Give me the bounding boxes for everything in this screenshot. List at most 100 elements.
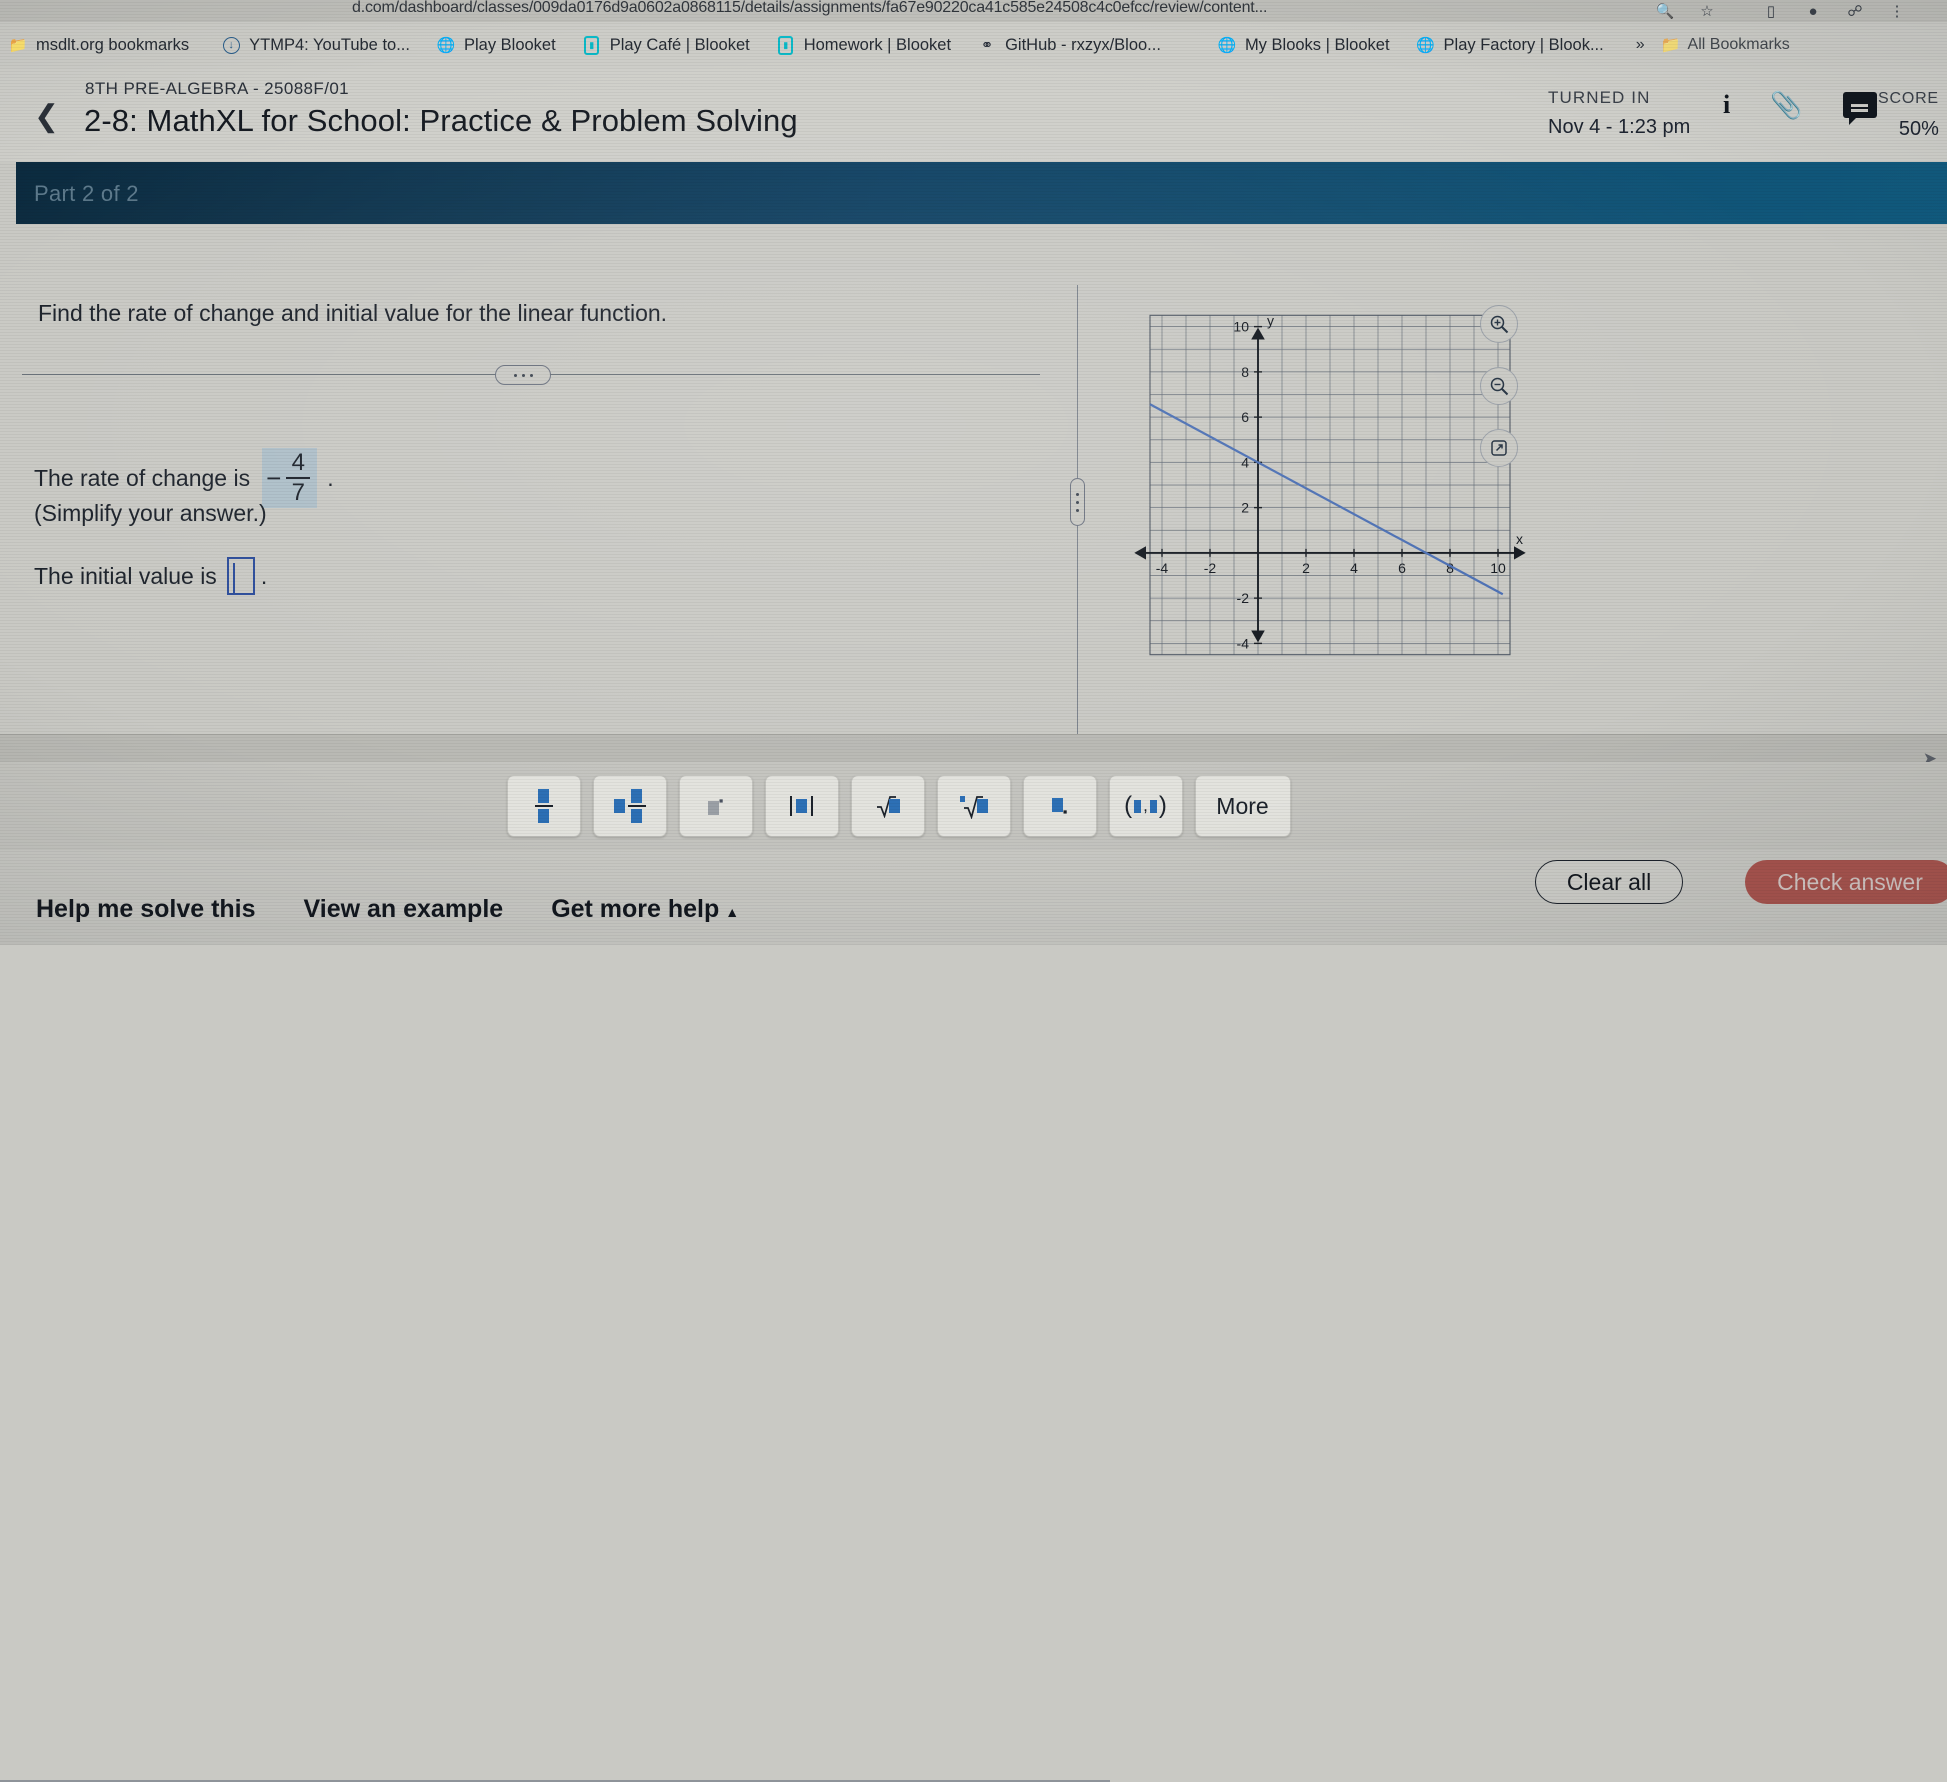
menu-icon[interactable]: ⋮	[1887, 1, 1907, 21]
blooket-icon: ▮	[582, 35, 602, 55]
globe-icon: 🌐	[1217, 36, 1237, 54]
bookmark-label: Homework | Blooket	[803, 35, 952, 54]
initial-period: .	[260, 562, 268, 589]
assignment-header: ❮ 8TH PRE-ALGEBRA - 25088F/01 2-8: MathX…	[0, 68, 1947, 162]
view-an-example-link[interactable]: View an example	[304, 895, 504, 924]
bookmark-msdlt-org[interactable]: 📁 msdlt.org bookmarks	[8, 35, 189, 55]
fraction-glyph	[534, 788, 553, 824]
bookmarks-overflow-button[interactable]: »	[1636, 36, 1645, 54]
open-external-icon[interactable]	[1480, 429, 1518, 467]
github-icon: ⚭	[980, 36, 994, 54]
extensions-icon[interactable]: ☍	[1845, 1, 1865, 21]
help-me-solve-this-link[interactable]: Help me solve this	[36, 895, 256, 924]
score-value: 50%	[1898, 118, 1939, 140]
get-more-help-label: Get more help	[551, 895, 720, 923]
paperclip-icon[interactable]: 📎	[1770, 92, 1802, 118]
bookmark-label: Play Café | Blooket	[609, 35, 750, 54]
question-prompt: Find the rate of change and initial valu…	[38, 300, 668, 326]
score-display: SCORE 50%	[1878, 90, 1939, 141]
bookmark-label: GitHub - rxzyx/Bloo...	[1005, 35, 1161, 54]
course-code: 8TH PRE-ALGEBRA - 25088F/01	[85, 79, 350, 98]
page-title: 2-8: MathXL for School: Practice & Probl…	[84, 103, 798, 138]
svg-text:2: 2	[1241, 500, 1249, 516]
svg-text:-2: -2	[1237, 590, 1250, 606]
ellipsis-handle-icon[interactable]	[495, 365, 551, 385]
bookmark-label: My Blooks | Blooket	[1244, 35, 1390, 54]
svg-text:4: 4	[1350, 560, 1358, 576]
bookmark-label: Play Blooket	[463, 35, 556, 54]
address-bar-actions: 🔍 ☆ ▯ ● ☍ ⋮	[1655, 1, 1907, 21]
part-progress-bar: Part 2 of 2	[16, 162, 1947, 224]
star-icon[interactable]: ☆	[1697, 1, 1717, 21]
bookmark-my-blooks[interactable]: 🌐 My Blooks | Blooket	[1217, 35, 1390, 55]
rate-of-change-value[interactable]: − 4 7	[262, 448, 318, 508]
ordered-pair-glyph: ( , )	[1124, 792, 1167, 819]
comment-icon[interactable]	[1842, 92, 1877, 125]
back-chevron-icon[interactable]: ❮	[34, 102, 59, 132]
zoom-out-icon[interactable]	[1480, 367, 1518, 405]
exponent-glyph: ▪	[707, 793, 723, 819]
math-palette-toolbar: ▪ ▪ (,) More	[0, 762, 1947, 850]
check-answer-button[interactable]: Check answer	[1745, 860, 1947, 904]
subscript-glyph: ▪	[1051, 794, 1067, 819]
svg-text:6: 6	[1241, 409, 1249, 425]
svg-text:x: x	[1516, 531, 1523, 547]
fraction-denominator: 7	[291, 479, 305, 506]
help-links: Help me solve this View an example Get m…	[36, 895, 739, 924]
square-root-button[interactable]	[850, 775, 925, 837]
info-icon[interactable]: i	[1723, 92, 1730, 118]
rate-of-change-row: The rate of change is − 4 7 .	[34, 448, 334, 508]
vertical-splitter-handle[interactable]	[1070, 478, 1085, 526]
fraction-button[interactable]	[506, 775, 581, 837]
coordinate-graph[interactable]: -4 -2 2 4 6 8 10 -4 -2 2 4 6 8 10 y x	[1120, 290, 1540, 680]
status-timestamp: Nov 4 - 1:23 pm	[1548, 116, 1691, 138]
search-icon[interactable]: 🔍	[1655, 1, 1675, 21]
absolute-value-button[interactable]	[764, 775, 839, 837]
svg-text:10: 10	[1233, 319, 1249, 335]
all-bookmarks-button[interactable]: 📁 All Bookmarks	[1661, 35, 1790, 55]
zoom-in-icon[interactable]	[1480, 305, 1518, 343]
score-label: SCORE	[1878, 90, 1939, 107]
status-badge: TURNED IN	[1548, 88, 1651, 107]
graph-tool-buttons	[1480, 305, 1518, 467]
browser-address-bar[interactable]: d.com/dashboard/classes/009da0176d9a0602…	[0, 0, 1947, 22]
svg-text:10: 10	[1490, 560, 1506, 576]
svg-text:-4: -4	[1156, 560, 1169, 576]
ordered-pair-button[interactable]: ( , )	[1108, 775, 1183, 837]
download-circle-icon: ↓	[221, 35, 241, 55]
clear-all-button[interactable]: Clear all	[1535, 860, 1683, 904]
address-bar-url[interactable]: d.com/dashboard/classes/009da0176d9a0602…	[352, 0, 1267, 17]
bookmark-play-blooket[interactable]: 🌐 Play Blooket	[436, 35, 556, 55]
profile-icon[interactable]: ●	[1803, 1, 1823, 21]
cast-icon[interactable]: ▯	[1761, 1, 1781, 21]
bookmark-play-factory[interactable]: 🌐 Play Factory | Blook...	[1416, 35, 1604, 55]
bookmark-homework[interactable]: ▮ Homework | Blooket	[776, 35, 951, 55]
nth-root-button[interactable]	[936, 775, 1011, 837]
initial-value-row: The initial value is .	[34, 557, 267, 595]
svg-text:y: y	[1267, 312, 1274, 328]
bookmark-label: Play Factory | Blook...	[1443, 35, 1604, 54]
blooket-icon: ▮	[776, 35, 796, 55]
bookmark-github[interactable]: ⚭ GitHub - rxzyx/Bloo...	[977, 35, 1161, 55]
subscript-button[interactable]: ▪	[1022, 775, 1097, 837]
svg-text:-4: -4	[1237, 635, 1250, 651]
caret-up-icon: ▲	[725, 904, 740, 920]
screen-capture: d.com/dashboard/classes/009da0176d9a0602…	[0, 0, 1947, 1782]
folder-icon: 📁	[1660, 37, 1681, 54]
get-more-help-link[interactable]: Get more help ▲	[551, 895, 739, 924]
exponent-button[interactable]: ▪	[678, 775, 753, 837]
bookmark-play-cafe[interactable]: ▮ Play Café | Blooket	[582, 35, 750, 55]
initial-value-input[interactable]	[226, 557, 255, 595]
absolute-value-glyph	[790, 796, 813, 816]
bookmark-ytmp4[interactable]: ↓ YTMP4: YouTube to...	[221, 35, 410, 55]
globe-icon: 🌐	[436, 36, 456, 54]
pane-scroll-strip[interactable]	[0, 734, 1947, 762]
mixed-number-glyph	[613, 788, 646, 824]
all-bookmarks-label: All Bookmarks	[1687, 36, 1790, 53]
simplify-note: (Simplify your answer.)	[34, 500, 267, 526]
more-button[interactable]: More	[1194, 775, 1291, 837]
bookmark-label: YTMP4: YouTube to...	[249, 35, 410, 54]
svg-text:6: 6	[1398, 560, 1406, 576]
mixed-number-button[interactable]	[592, 775, 667, 837]
rate-period: .	[327, 464, 334, 491]
